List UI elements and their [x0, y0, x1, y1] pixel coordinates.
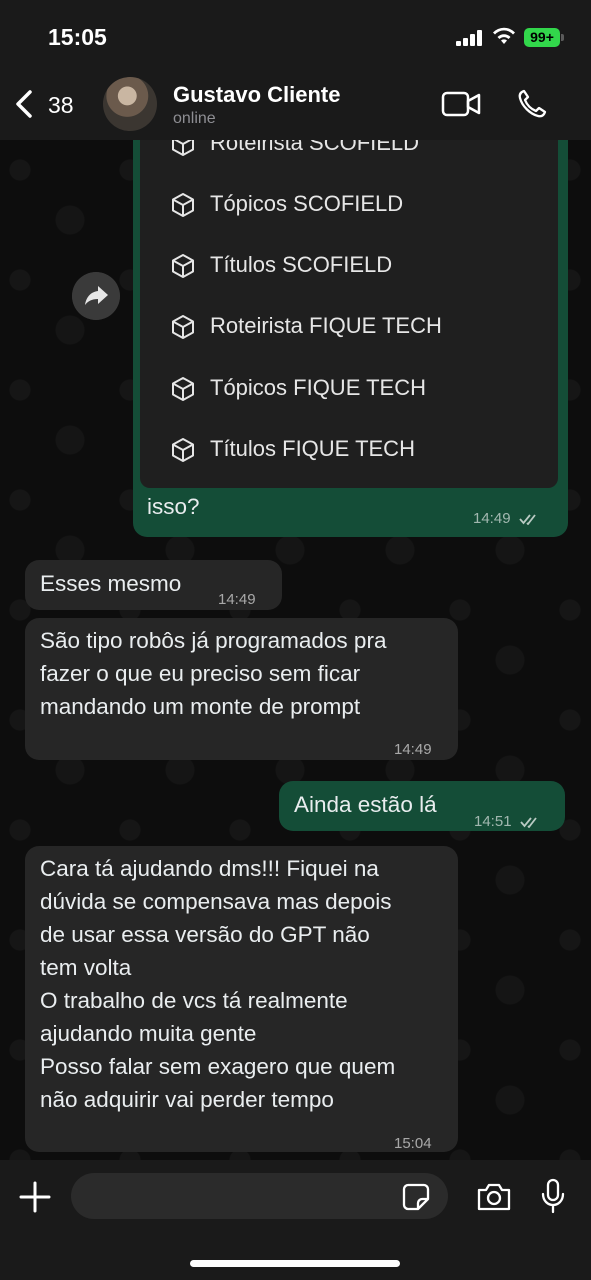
contact-name[interactable]: Gustavo Cliente	[173, 82, 340, 108]
message-time: 14:49	[394, 741, 432, 758]
composer-bar	[0, 1160, 591, 1280]
forward-icon[interactable]	[72, 272, 120, 320]
back-chevron-icon[interactable]	[12, 88, 36, 120]
cube-icon	[172, 193, 194, 217]
gpt-list-label: Tópicos SCOFIELD	[210, 191, 404, 216]
message-time: 14:49	[218, 591, 256, 608]
status-bar: 15:05 99+	[0, 0, 591, 70]
message-time: 15:04	[394, 1135, 432, 1152]
cube-icon	[172, 254, 194, 278]
home-indicator	[190, 1260, 400, 1267]
incoming-message[interactable]: Cara tá ajudando dms!!! Fiquei na dúvida…	[25, 846, 458, 1152]
cube-icon	[172, 438, 194, 462]
unread-count[interactable]: 38	[48, 92, 74, 119]
message-meta: 14:49	[473, 510, 541, 527]
message-text: Cara tá ajudando dms!!! Fiquei na dúvida…	[40, 856, 396, 1112]
cube-icon	[172, 140, 194, 156]
incoming-message[interactable]: Esses mesmo 14:49	[25, 560, 282, 610]
wifi-icon	[493, 27, 515, 44]
gpt-list-label: Títulos FIQUE TECH	[210, 436, 415, 461]
message-text: São tipo robôs já programados pra fazer …	[40, 628, 387, 719]
cube-icon	[172, 315, 194, 339]
phone-call-icon[interactable]	[516, 88, 548, 120]
plus-icon[interactable]	[18, 1180, 52, 1214]
gpt-list-label: Roteirista FIQUE TECH	[210, 313, 442, 338]
microphone-icon[interactable]	[540, 1178, 566, 1214]
read-ticks-icon	[520, 817, 537, 829]
message-text: Ainda estão lá	[294, 792, 437, 817]
sticker-icon[interactable]	[402, 1183, 430, 1211]
avatar[interactable]	[103, 77, 157, 131]
status-time: 15:05	[48, 24, 107, 50]
message-text: Esses mesmo	[40, 571, 182, 596]
camera-icon[interactable]	[476, 1182, 512, 1212]
outgoing-message[interactable]: Ainda estão lá 14:51	[279, 781, 565, 831]
cellular-signal-icon	[456, 30, 484, 46]
cube-icon	[172, 377, 194, 401]
message-caption: isso?	[147, 494, 200, 519]
message-time: 14:51	[474, 813, 512, 830]
battery-indicator: 99+	[524, 28, 564, 47]
message-time: 14:49	[473, 510, 511, 527]
message-meta: 14:51	[474, 805, 542, 838]
chat-area[interactable]: 14:49 isso? Roteirista SCOFIELD Tópicos …	[0, 140, 591, 1160]
gpt-list-label: Títulos SCOFIELD	[210, 252, 393, 277]
gpt-list-label: Tópicos FIQUE TECH	[210, 375, 426, 400]
contact-status: online	[173, 110, 216, 127]
image-preview[interactable]: Roteirista SCOFIELD Tópicos SCOFIELD Tít…	[140, 140, 558, 488]
read-ticks-icon	[519, 514, 536, 526]
message-input[interactable]	[71, 1173, 448, 1219]
video-call-icon[interactable]	[441, 90, 481, 118]
gpt-list-label: Roteirista SCOFIELD	[210, 140, 420, 155]
incoming-message[interactable]: São tipo robôs já programados pra fazer …	[25, 618, 458, 760]
chat-header: 38 Gustavo Cliente online	[0, 70, 591, 140]
